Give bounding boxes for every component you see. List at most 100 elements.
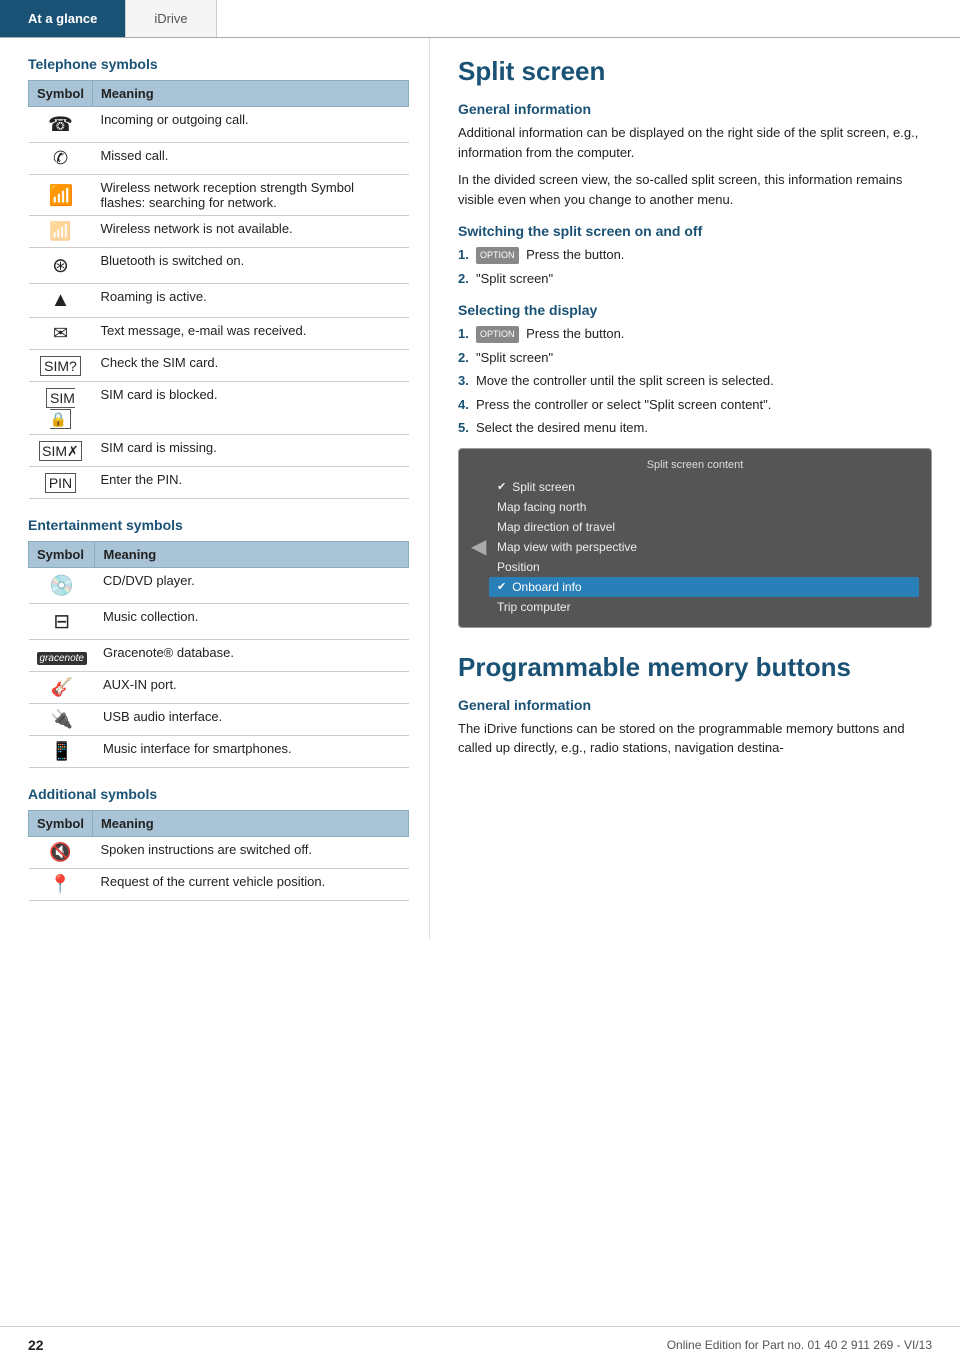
entertainment-table: Symbol Meaning 💿 CD/DVD player. ⊟ Music … — [28, 541, 409, 768]
table-row: 🔇 Spoken instructions are switched off. — [29, 837, 409, 869]
list-item: 5. Select the desired menu item. — [458, 418, 932, 438]
symbol-cell: ☎ — [29, 107, 93, 143]
table-row: 💿 CD/DVD player. — [29, 568, 409, 604]
additional-section: Additional symbols Symbol Meaning 🔇 Spok… — [28, 786, 409, 901]
bluetooth-icon: ⊛ — [52, 255, 69, 277]
meaning-cell: Gracenote® database. — [95, 640, 409, 672]
telephone-table: Symbol Meaning ☎ Incoming or outgoing ca… — [28, 80, 409, 499]
tab-at-a-glance[interactable]: At a glance — [0, 0, 126, 37]
split-screen-menu-item-selected[interactable]: ✔ Onboard info — [489, 577, 919, 597]
email-icon: ✉ — [53, 323, 68, 343]
pin-icon: PIN — [45, 473, 76, 493]
step-content: Press the controller or select "Split sc… — [476, 395, 932, 415]
signal-unavailable-icon: 📶 — [49, 221, 71, 241]
meaning-cell: AUX-IN port. — [95, 672, 409, 704]
scroll-arrow-left-icon: ◀ — [471, 534, 486, 559]
tab-idrive-label: iDrive — [154, 11, 187, 26]
symbol-cell: ✉ — [29, 318, 93, 350]
list-item: 2. "Split screen" — [458, 348, 932, 368]
meaning-cell: Enter the PIN. — [92, 467, 408, 499]
tab-idrive[interactable]: iDrive — [126, 0, 216, 37]
meaning-cell: Request of the current vehicle position. — [92, 869, 408, 901]
gracenote-icon: gracenote — [37, 652, 87, 665]
sim-blocked-icon: SIM🔒 — [46, 388, 75, 429]
table-row: 📶 Wireless network is not available. — [29, 216, 409, 248]
telephone-section: Telephone symbols Symbol Meaning ☎ Incom… — [28, 56, 409, 499]
checkmark-icon: ✔ — [497, 580, 506, 593]
entertainment-col2-header: Meaning — [95, 542, 409, 568]
option-button-icon: OPTION — [476, 326, 519, 344]
symbol-cell: gracenote — [29, 640, 95, 672]
roaming-icon: ▲ — [51, 289, 71, 311]
table-row: ⊛ Bluetooth is switched on. — [29, 248, 409, 284]
entertainment-col1-header: Symbol — [29, 542, 95, 568]
split-screen-menu-item[interactable]: ✔ Split screen — [489, 477, 919, 497]
symbol-cell: ✆ — [29, 143, 93, 175]
split-screen-menu-item[interactable]: Map facing north — [489, 497, 919, 517]
table-row: ⊟ Music collection. — [29, 604, 409, 640]
step-content: OPTION Press the button. — [476, 324, 932, 344]
split-screen-menu-item[interactable]: Position — [489, 557, 919, 577]
symbol-cell: ⊟ — [29, 604, 95, 640]
table-row: ☎ Incoming or outgoing call. — [29, 107, 409, 143]
meaning-cell: USB audio interface. — [95, 704, 409, 736]
step-content: "Split screen" — [476, 269, 932, 289]
switching-steps-list: 1. OPTION Press the button. 2. "Split sc… — [458, 245, 932, 288]
main-content: Telephone symbols Symbol Meaning ☎ Incom… — [0, 38, 960, 939]
additional-table: Symbol Meaning 🔇 Spoken instructions are… — [28, 810, 409, 901]
checkmark-icon: ✔ — [497, 480, 506, 493]
aux-icon: 🎸 — [51, 677, 73, 697]
music-collection-icon: ⊟ — [53, 611, 70, 633]
option-button-icon: OPTION — [476, 247, 519, 265]
meaning-cell: Bluetooth is switched on. — [92, 248, 408, 284]
table-row: PIN Enter the PIN. — [29, 467, 409, 499]
footer-text: Online Edition for Part no. 01 40 2 911 … — [667, 1338, 932, 1352]
meaning-cell: Spoken instructions are switched off. — [92, 837, 408, 869]
telephone-col1-header: Symbol — [29, 81, 93, 107]
telephone-col2-header: Meaning — [92, 81, 408, 107]
general-info-heading: General information — [458, 101, 932, 117]
table-row: SIM? Check the SIM card. — [29, 350, 409, 382]
sim-check-icon: SIM? — [40, 356, 81, 376]
additional-col1-header: Symbol — [29, 811, 93, 837]
list-item: 1. OPTION Press the button. — [458, 245, 932, 265]
symbol-cell: ▲ — [29, 284, 93, 318]
table-row: 📱 Music interface for smartphones. — [29, 736, 409, 768]
list-item: 4. Press the controller or select "Split… — [458, 395, 932, 415]
table-row: ✆ Missed call. — [29, 143, 409, 175]
symbol-cell: PIN — [29, 467, 93, 499]
left-column: Telephone symbols Symbol Meaning ☎ Incom… — [0, 38, 430, 939]
table-row: 📍 Request of the current vehicle positio… — [29, 869, 409, 901]
table-row: ✉ Text message, e-mail was received. — [29, 318, 409, 350]
additional-section-heading: Additional symbols — [28, 786, 409, 802]
meaning-cell: SIM card is blocked. — [92, 382, 408, 435]
table-row: 🎸 AUX-IN port. — [29, 672, 409, 704]
step-number: 5. — [458, 418, 476, 438]
split-screen-menu-item[interactable]: Map direction of travel — [489, 517, 919, 537]
table-row: SIM✗ SIM card is missing. — [29, 435, 409, 467]
step-number: 4. — [458, 395, 476, 415]
step-content: Move the controller until the split scre… — [476, 371, 932, 391]
split-screen-menu-item[interactable]: Map view with perspective — [489, 537, 919, 557]
split-screen-title: Split screen — [458, 56, 932, 87]
symbol-cell: 💿 — [29, 568, 95, 604]
right-column: Split screen General information Additio… — [430, 38, 960, 939]
meaning-cell: Missed call. — [92, 143, 408, 175]
step-number: 1. — [458, 245, 476, 265]
split-screen-menu-item[interactable]: Trip computer — [489, 597, 919, 617]
switching-heading: Switching the split screen on and off — [458, 223, 932, 239]
general-info-text2: In the divided screen view, the so-calle… — [458, 170, 932, 209]
meaning-cell: Music collection. — [95, 604, 409, 640]
step-content: Select the desired menu item. — [476, 418, 932, 438]
symbol-cell: 📱 — [29, 736, 95, 768]
meaning-cell: Wireless network is not available. — [92, 216, 408, 248]
list-item: 1. OPTION Press the button. — [458, 324, 932, 344]
symbol-cell: 🔇 — [29, 837, 93, 869]
telephone-section-heading: Telephone symbols — [28, 56, 409, 72]
symbol-cell: SIM🔒 — [29, 382, 93, 435]
symbol-cell: ⊛ — [29, 248, 93, 284]
sim-missing-icon: SIM✗ — [39, 441, 82, 461]
meaning-cell: SIM card is missing. — [92, 435, 408, 467]
cd-dvd-icon: 💿 — [49, 575, 74, 597]
page-footer: 22 Online Edition for Part no. 01 40 2 9… — [0, 1326, 960, 1362]
